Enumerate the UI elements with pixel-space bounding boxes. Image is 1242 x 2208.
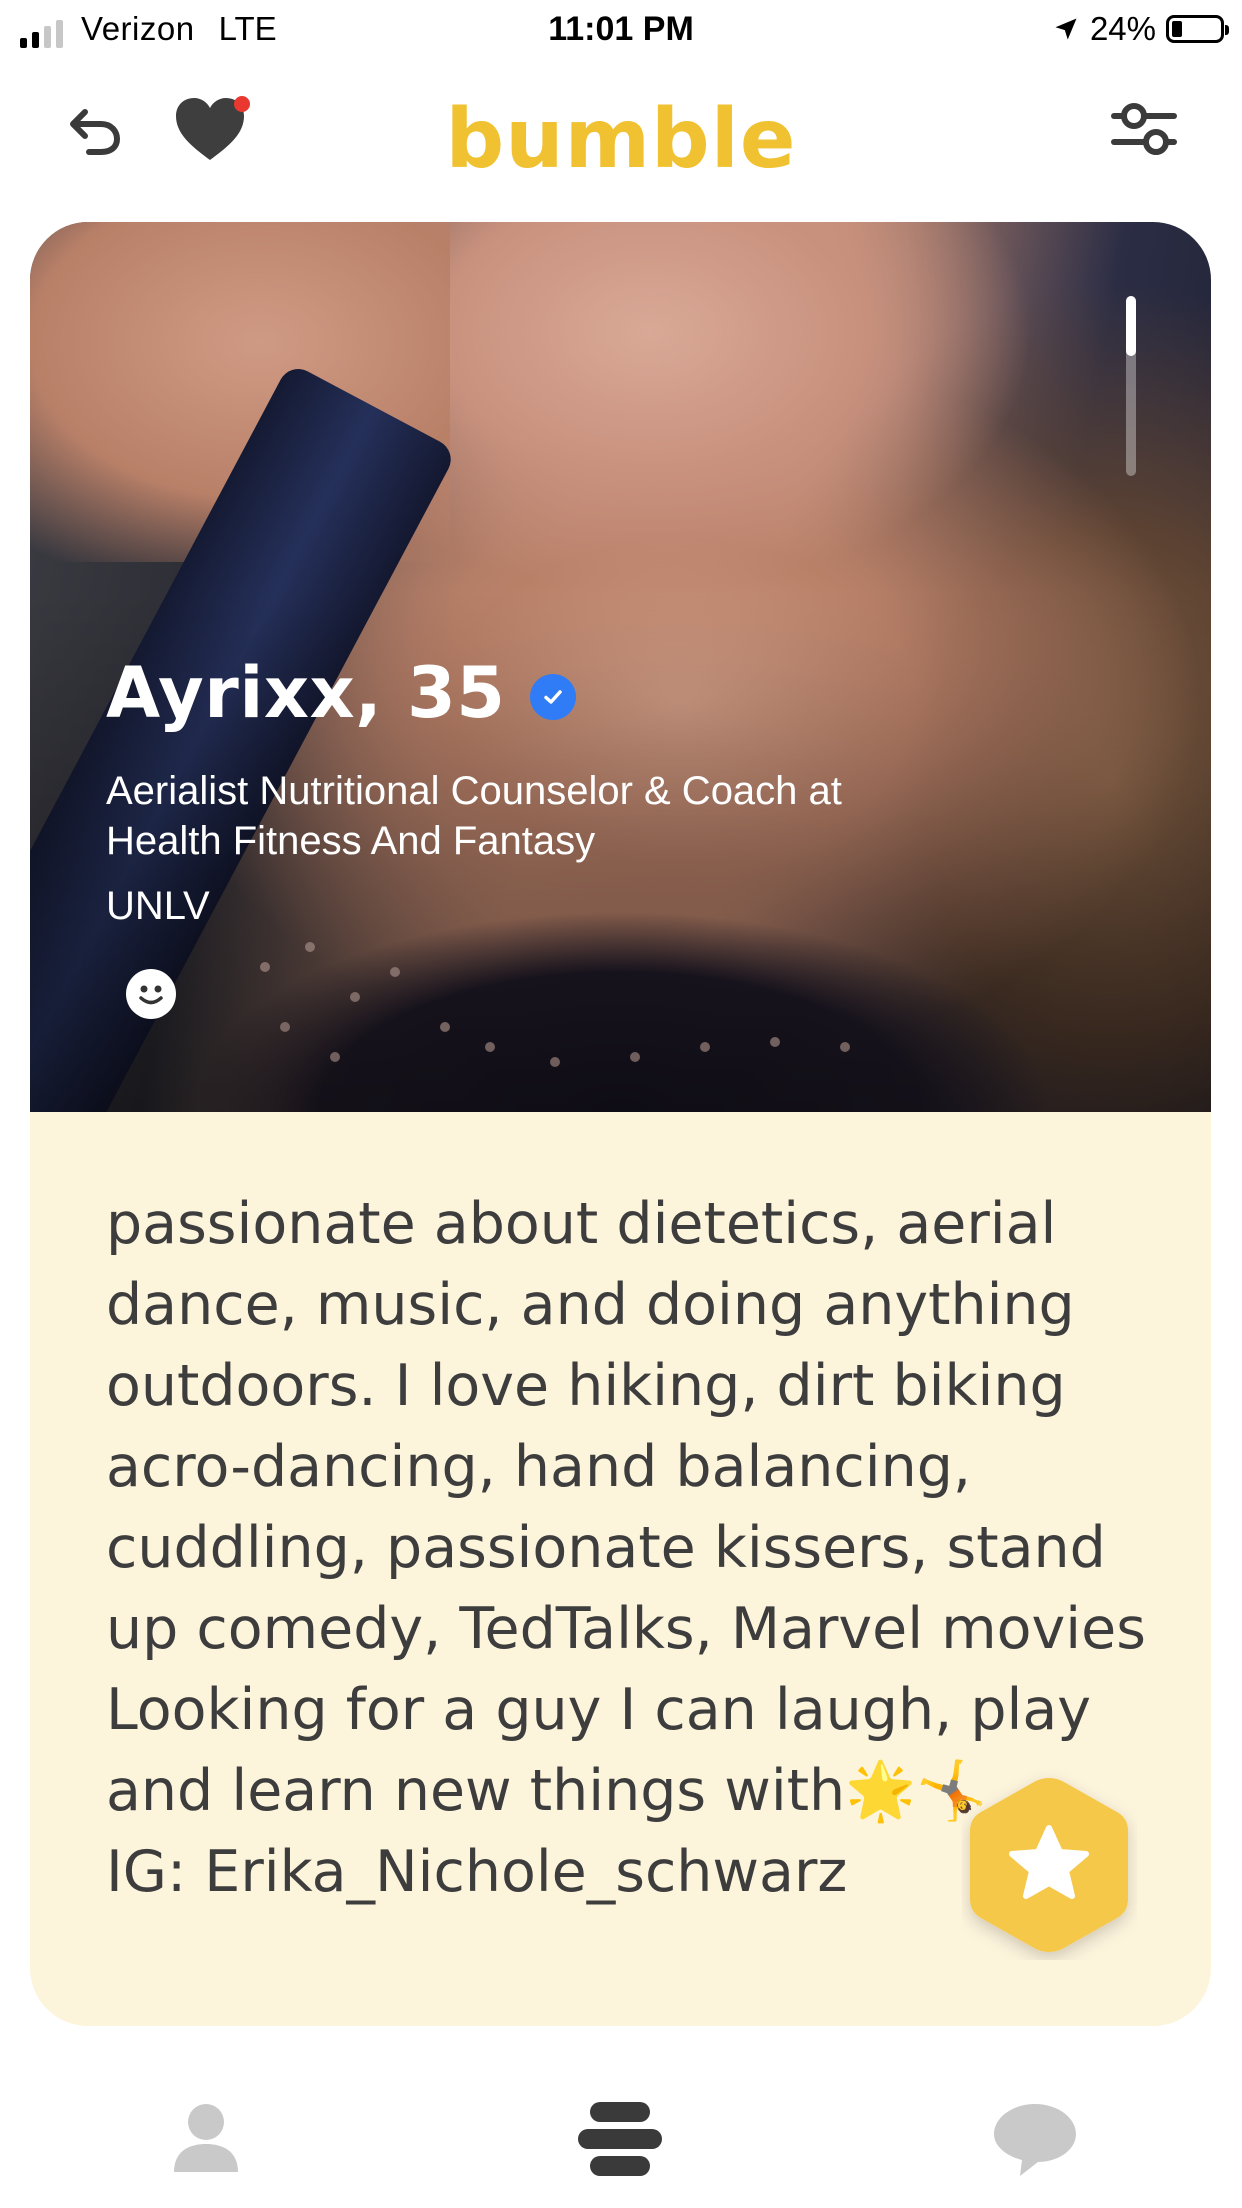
filter-sliders-icon [1111, 103, 1177, 155]
profile-info: Ayrixx, 35 Aerialist Nutritional Counsel… [106, 652, 966, 1019]
nav-discover[interactable] [576, 2100, 664, 2183]
battery-icon [1166, 15, 1229, 43]
star-icon [970, 1778, 1128, 1952]
discover-icon [578, 2102, 662, 2176]
battery-percent: 24% [1089, 10, 1156, 47]
superswipe-button[interactable] [962, 1770, 1137, 1960]
status-right: 24% [1052, 10, 1229, 48]
brand-logo: bumble [445, 92, 797, 187]
profile-job: Aerialist Nutritional Counselor & Coach … [106, 769, 842, 863]
nav-profile[interactable] [170, 2100, 242, 2181]
filter-button[interactable] [1104, 90, 1184, 170]
smiley-icon[interactable] [126, 969, 176, 1019]
profile-school: UNLV [106, 884, 210, 928]
profile-card[interactable]: Ayrixx, 35 Aerialist Nutritional Counsel… [30, 222, 1211, 2026]
status-bar: Verizon LTE 11:01 PM 24% [0, 0, 1242, 64]
nav-chat[interactable] [990, 2100, 1080, 2185]
profile-name-age: Ayrixx, 35 [106, 652, 506, 734]
chat-icon [994, 2104, 1076, 2176]
app-header: bumble [0, 70, 1242, 190]
photo-scroll-indicator [1126, 296, 1136, 476]
verified-check-icon [529, 674, 576, 720]
bottom-nav [0, 2040, 1242, 2208]
location-arrow-icon [1055, 18, 1077, 40]
profile-icon [174, 2104, 238, 2172]
